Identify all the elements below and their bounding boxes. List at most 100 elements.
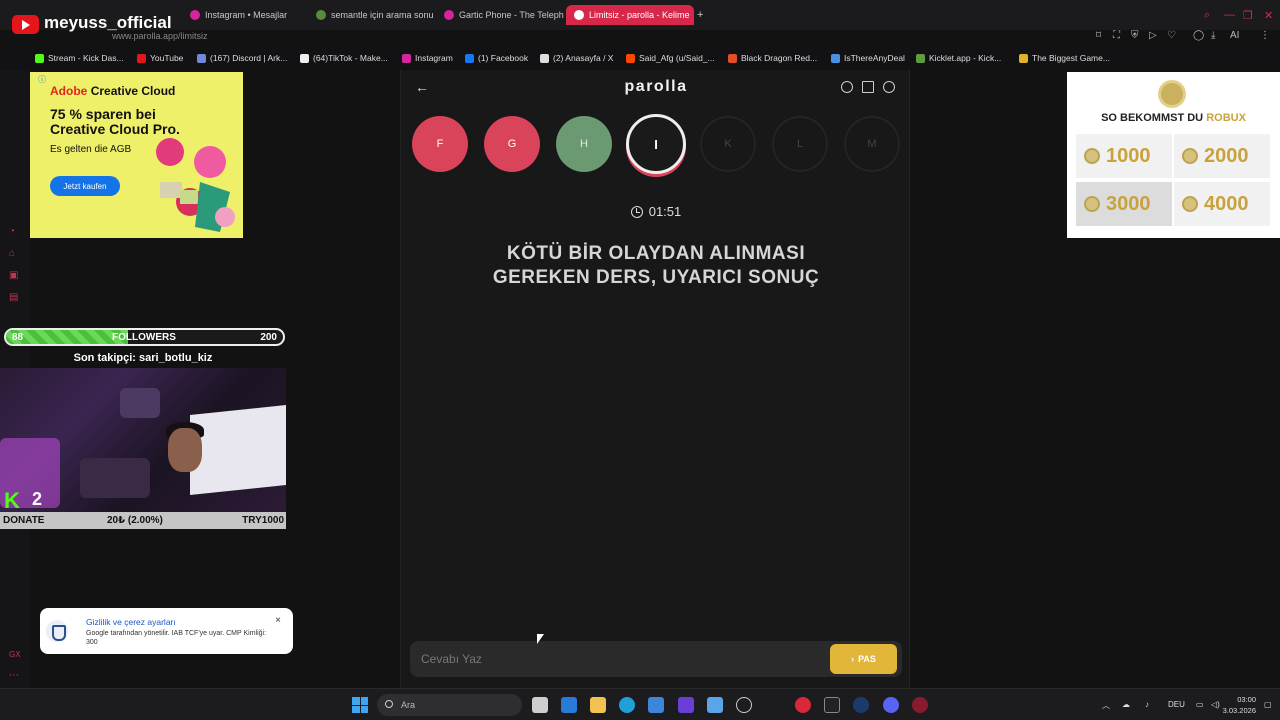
- file-explorer-icon[interactable]: [590, 697, 606, 713]
- tab-semantle[interactable]: semantle için arama sonu: [316, 6, 434, 24]
- followers-current: 88: [12, 332, 24, 343]
- discord-icon[interactable]: [883, 697, 899, 713]
- task-view-icon[interactable]: [532, 697, 548, 713]
- ad-adobe[interactable]: ⓘ Adobe Creative Cloud 75 % sparen bei C…: [30, 72, 243, 238]
- letter-circle: L: [772, 116, 828, 172]
- profile-icon[interactable]: ◯: [1193, 30, 1204, 41]
- bookmark-reddit[interactable]: Said_Afg (u/Said_...: [626, 53, 715, 63]
- bookmark-label: Instagram: [415, 53, 453, 63]
- robux-coin-icon: [1084, 148, 1100, 164]
- shield-icon[interactable]: ⛨: [1131, 30, 1139, 41]
- answer-input[interactable]: [410, 641, 820, 677]
- search-icon[interactable]: ⌕: [1204, 9, 1210, 22]
- cookie-title[interactable]: Gizlilik ve çerez ayarları: [86, 617, 176, 627]
- new-tab-button[interactable]: +: [697, 6, 703, 24]
- gx-icon[interactable]: GX: [9, 650, 21, 659]
- tab-parolla[interactable]: Limitsiz - parolla - Kelime: [566, 5, 694, 25]
- mic-icon[interactable]: ♪: [1145, 700, 1149, 709]
- clock-time: 03:00: [1237, 695, 1256, 704]
- robux-option[interactable]: 3000: [1076, 182, 1172, 226]
- notifications-icon[interactable]: ▢: [1264, 700, 1272, 709]
- letter-circle-current: I: [626, 114, 686, 174]
- mouse-cursor: [537, 634, 544, 644]
- volume-icon[interactable]: ◁): [1211, 700, 1220, 709]
- bookmark-discord[interactable]: (167) Discord | Ark...: [197, 53, 287, 63]
- epic-games-icon[interactable]: [824, 697, 840, 713]
- twitch-icon[interactable]: ⌂: [9, 248, 15, 259]
- ad-cta-button[interactable]: Jetzt kaufen: [50, 176, 120, 196]
- close-icon[interactable]: ×: [275, 615, 281, 626]
- bookmark-icon[interactable]: ⌑: [1096, 30, 1101, 41]
- tab-instagram[interactable]: Instagram • Mesajlar: [190, 6, 287, 24]
- letter-circle: M: [844, 116, 900, 172]
- steam-icon[interactable]: [853, 697, 869, 713]
- bookmark-black-dragon[interactable]: Black Dragon Red...: [728, 53, 817, 63]
- tab-gartic-phone[interactable]: Gartic Phone - The Teleph: [444, 6, 564, 24]
- windows-start-icon[interactable]: [352, 697, 368, 713]
- maximize-icon[interactable]: ❐: [1243, 9, 1253, 22]
- edge-icon[interactable]: [619, 697, 635, 713]
- youtube-icon: [137, 53, 146, 63]
- app-icon[interactable]: [707, 697, 723, 713]
- robux-option[interactable]: 2000: [1174, 134, 1270, 178]
- last-follower: Son takipçi: sari_botlu_kiz: [73, 352, 213, 364]
- store-icon[interactable]: [648, 697, 664, 713]
- pass-button[interactable]: › PAS: [830, 644, 897, 674]
- ad-info-icon[interactable]: ⓘ: [38, 74, 46, 85]
- phone-icon: [444, 10, 454, 20]
- bookmark-facebook[interactable]: (1) Facebook: [465, 53, 528, 63]
- robux-option[interactable]: 1000: [1076, 134, 1172, 178]
- more-icon[interactable]: ⋯: [9, 670, 19, 681]
- site-icon: [916, 53, 925, 63]
- ai-icon[interactable]: AI: [1230, 30, 1239, 41]
- tray-chevron-icon[interactable]: ︿: [1102, 700, 1110, 711]
- music-icon[interactable]: ▤: [9, 292, 18, 303]
- cookie-consent-toast[interactable]: Gizlilik ve çerez ayarları Google tarafı…: [40, 608, 293, 654]
- bookmark-label: Said_Afg (u/Said_...: [639, 53, 715, 63]
- screenshot-icon[interactable]: ⛶: [1113, 30, 1120, 41]
- kick-count: 2: [32, 489, 43, 509]
- speed-dial-icon[interactable]: ◔: [9, 226, 15, 237]
- language-indicator[interactable]: DEU: [1168, 700, 1185, 709]
- robux-option[interactable]: 4000: [1174, 182, 1270, 226]
- ad-robux[interactable]: SO BEKOMMST DU ROBUX 1000 2000 3000 4000: [1067, 72, 1280, 238]
- kick-icon: K: [4, 488, 20, 513]
- close-icon[interactable]: ✕: [1264, 9, 1273, 22]
- taskbar-search[interactable]: Ara: [377, 694, 522, 716]
- messenger-icon[interactable]: ▣: [9, 270, 18, 281]
- address-bar[interactable]: www.parolla.app/limitsiz: [112, 31, 208, 41]
- heart-icon[interactable]: ♡: [1167, 30, 1176, 41]
- menu-icon[interactable]: ⋮: [1260, 30, 1270, 41]
- bookmark-tiktok[interactable]: (64)TikTok - Make...: [300, 53, 388, 63]
- system-clock[interactable]: 03:00 3.03.2026: [1223, 694, 1256, 716]
- profile-icon[interactable]: [883, 81, 895, 93]
- cloud-icon[interactable]: ☁: [1122, 700, 1130, 709]
- bookmark-isthereanydeal[interactable]: IsThereAnyDeal: [831, 53, 905, 63]
- tiktok-icon: [300, 53, 309, 63]
- opera-gx-icon[interactable]: [912, 697, 928, 713]
- app-red-icon[interactable]: [795, 697, 811, 713]
- network-icon[interactable]: ▭: [1196, 700, 1204, 709]
- download-icon[interactable]: ⤓: [1211, 30, 1215, 41]
- minimize-icon[interactable]: —: [1224, 9, 1235, 21]
- browser-tab-bar: meyuss_official Instagram • Mesajlar sem…: [0, 0, 1280, 34]
- info-icon[interactable]: [841, 81, 853, 93]
- page-title: parolla: [624, 78, 688, 95]
- parolla-icon: [574, 10, 584, 20]
- bookmark-instagram[interactable]: Instagram: [402, 53, 453, 63]
- bookmark-kick[interactable]: Stream - Kick Das...: [35, 53, 124, 63]
- letter-circle: F: [412, 116, 468, 172]
- letter-circle: G: [484, 116, 540, 172]
- bookmark-label: (1) Facebook: [478, 53, 529, 63]
- stats-icon[interactable]: [862, 81, 874, 93]
- obs-icon[interactable]: [736, 697, 752, 713]
- pass-label: PAS: [858, 654, 876, 664]
- ad-brand: Adobe Creative Cloud: [50, 84, 176, 98]
- bookmark-youtube[interactable]: YouTube: [137, 53, 183, 63]
- bookmark-biggest-game[interactable]: The Biggest Game...: [1019, 53, 1110, 63]
- bookmark-x[interactable]: (2) Anasayfa / X: [540, 53, 613, 63]
- app-grid-icon[interactable]: [678, 697, 694, 713]
- bookmark-kicklet[interactable]: Kicklet.app - Kick...: [916, 53, 1001, 63]
- play-icon[interactable]: ▷: [1149, 30, 1157, 41]
- widgets-icon[interactable]: [561, 697, 577, 713]
